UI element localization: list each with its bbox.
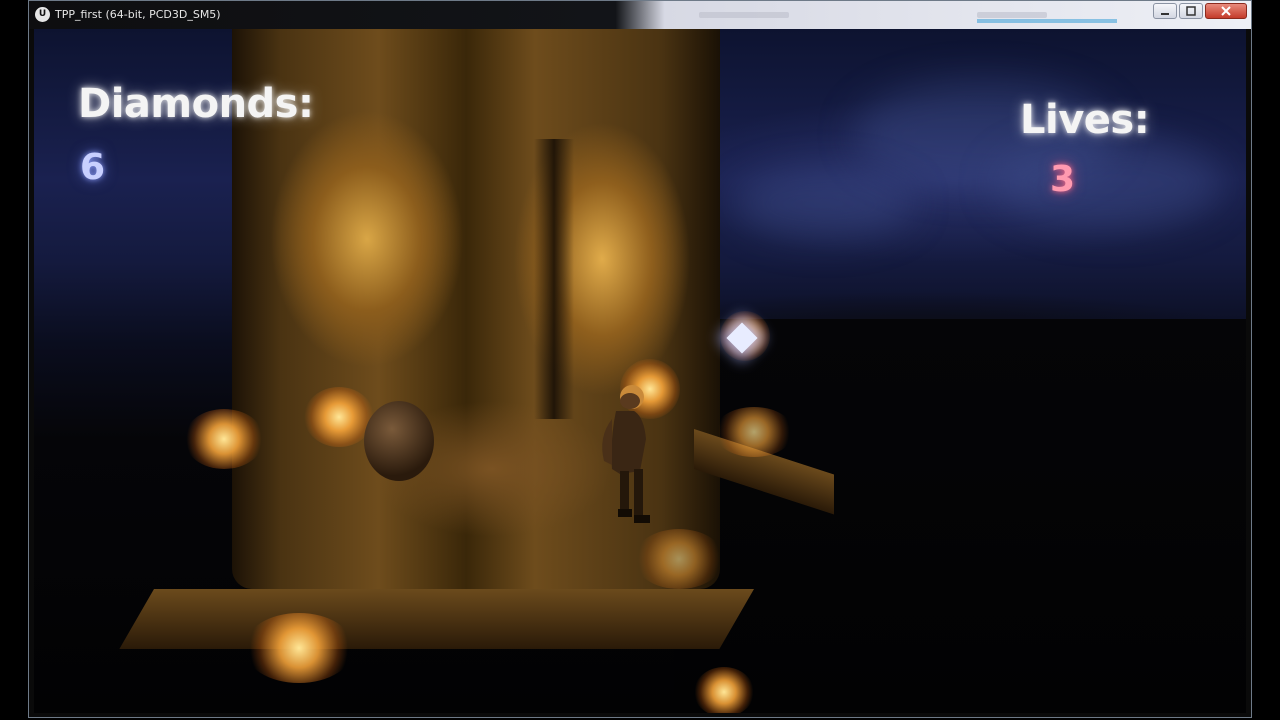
close-icon — [1221, 6, 1231, 16]
maximize-icon — [1186, 6, 1196, 16]
close-button[interactable] — [1205, 3, 1247, 19]
torch — [364, 401, 434, 481]
torch-flame — [184, 409, 264, 469]
window-titlebar[interactable]: U TPP_first (64-bit, PCD3D_SM5) — [29, 1, 1251, 29]
cloud — [994, 139, 1224, 229]
hud-lives-count: 3 — [1050, 159, 1075, 200]
tower-seam — [534, 139, 574, 419]
window-controls — [1153, 3, 1247, 21]
stone-ledge — [119, 589, 754, 649]
ledge-light — [634, 529, 724, 589]
unreal-engine-icon: U — [35, 7, 50, 22]
background-window-ghost — [929, 5, 1129, 25]
game-viewport[interactable]: Diamonds: 6 Lives: 3 — [34, 29, 1246, 713]
minimize-icon — [1161, 13, 1169, 15]
screen: U TPP_first (64-bit, PCD3D_SM5) Diamonds… — [0, 0, 1280, 720]
torch-flame — [694, 667, 754, 713]
hud-diamonds-label: Diamonds: — [78, 81, 314, 127]
cloud — [734, 169, 914, 239]
hud-diamonds-count: 6 — [80, 147, 105, 188]
window-title: TPP_first (64-bit, PCD3D_SM5) — [55, 8, 221, 21]
player-character — [602, 385, 650, 523]
game-window: U TPP_first (64-bit, PCD3D_SM5) Diamonds… — [28, 0, 1252, 718]
maximize-button[interactable] — [1179, 3, 1203, 19]
minimize-button[interactable] — [1153, 3, 1177, 19]
torch-flame — [244, 613, 354, 683]
background-window-ghost — [679, 5, 809, 25]
dark-ground — [674, 319, 1246, 713]
ledge-light — [714, 407, 794, 457]
hud-lives-label: Lives: — [1020, 97, 1150, 143]
